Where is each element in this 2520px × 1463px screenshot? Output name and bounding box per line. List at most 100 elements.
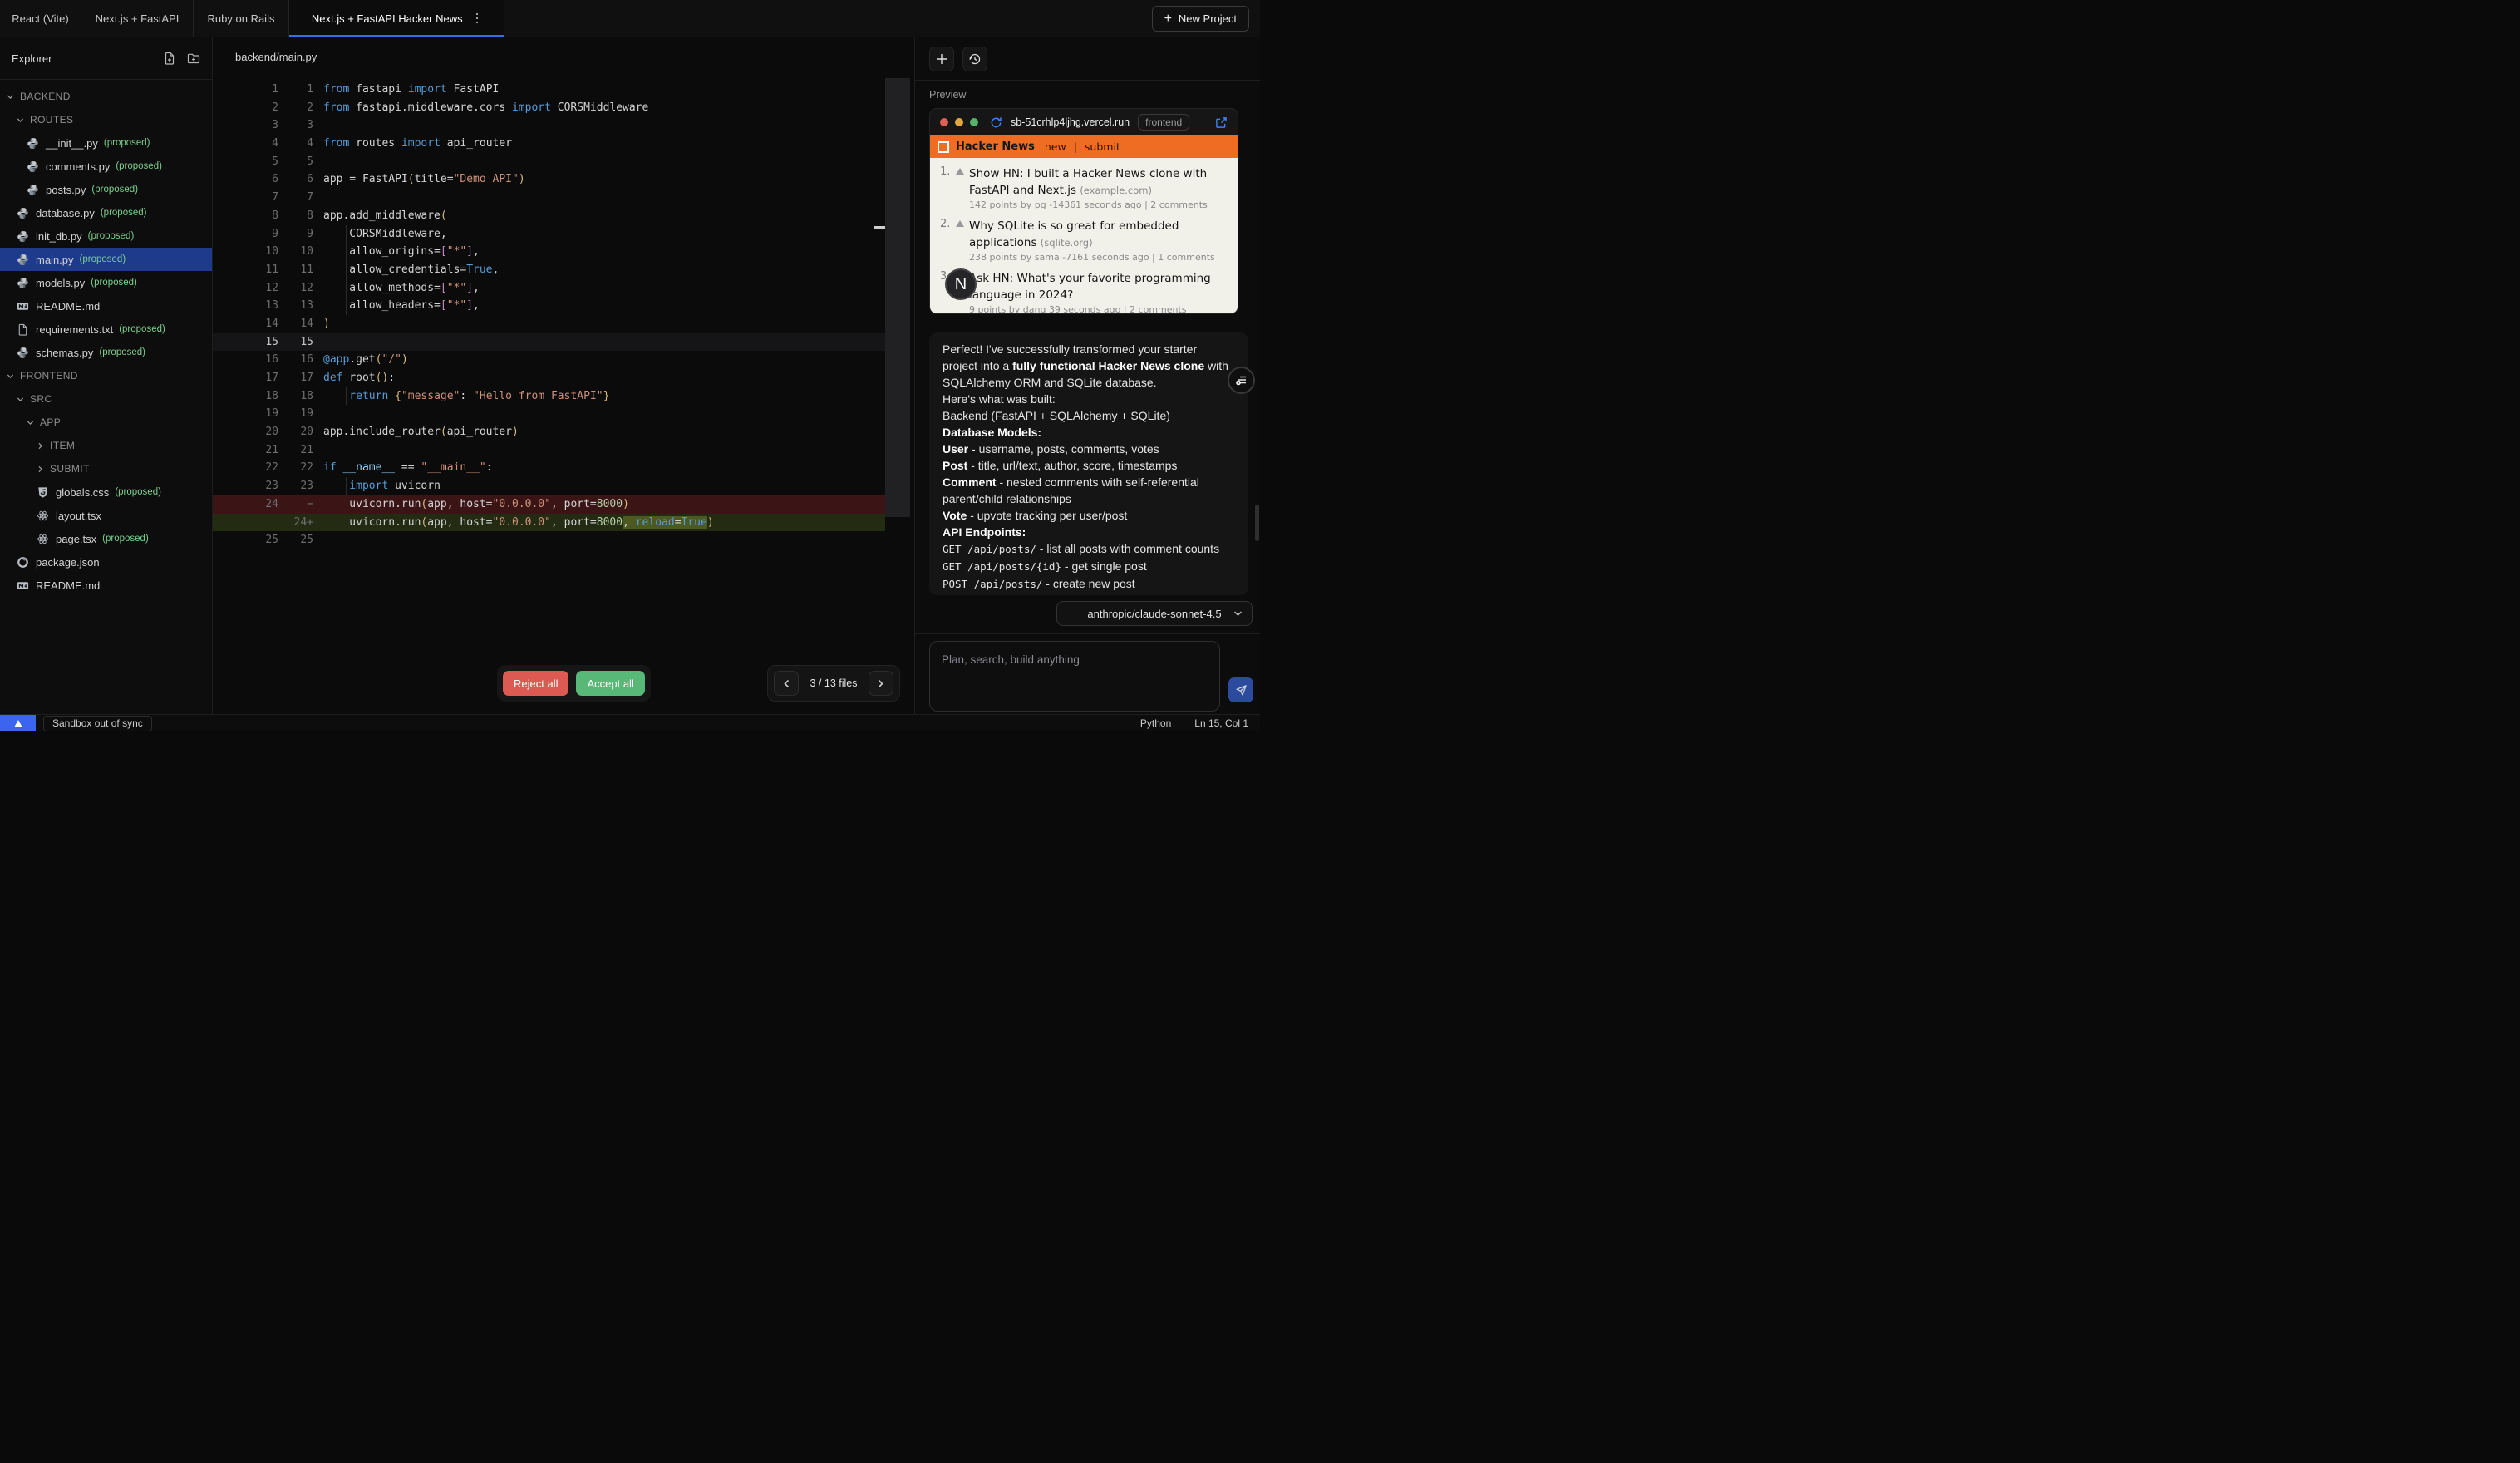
line-number-new: 6 (278, 170, 313, 189)
line-number-new: 15 (278, 333, 313, 352)
new-project-button[interactable]: + New Project (1152, 6, 1249, 32)
code-line[interactable]: 1717def root(): (213, 369, 885, 387)
code-line[interactable]: 2323 import uvicorn (213, 477, 885, 495)
upvote-icon[interactable] (956, 165, 969, 210)
history-button[interactable] (962, 47, 987, 71)
tree-folder-item[interactable]: ITEM (0, 434, 212, 457)
tree-file-layout-tsx[interactable]: layout.tsx (0, 504, 212, 527)
code-lines[interactable]: 11from fastapi import FastAPI22from fast… (213, 81, 885, 549)
tree-folder-backend[interactable]: BACKEND (0, 85, 212, 108)
hn-nav-submit[interactable]: submit (1085, 140, 1120, 153)
tree-file-models-py[interactable]: models.py(proposed) (0, 271, 212, 294)
tree-folder-frontend[interactable]: FRONTEND (0, 364, 212, 387)
new-file-icon[interactable] (163, 52, 176, 65)
tree-folder-src[interactable]: SRC (0, 387, 212, 411)
code-editor[interactable]: backend/main.py 11from fastapi import Fa… (213, 37, 914, 714)
reject-all-button[interactable]: Reject all (503, 671, 568, 696)
markdown-icon (17, 300, 29, 313)
tree-file-readme-md[interactable]: README.md (0, 574, 212, 597)
tree-file-comments-py[interactable]: comments.py(proposed) (0, 155, 212, 178)
tree-file-init-py[interactable]: __init__.py(proposed) (0, 131, 212, 155)
code-line[interactable]: 1818 return {"message": "Hello from Fast… (213, 387, 885, 406)
status-bar: Sandbox out of sync Python Ln 15, Col 1 (0, 714, 1260, 732)
editor-scrollbar[interactable] (885, 76, 910, 714)
code-line[interactable]: 77 (213, 189, 885, 207)
tree-file-page-tsx[interactable]: page.tsx(proposed) (0, 527, 212, 550)
line-number-old: 18 (213, 387, 278, 406)
code-line[interactable]: 33 (213, 116, 885, 135)
tab-ruby-on-rails[interactable]: Ruby on Rails (194, 0, 289, 37)
code-line[interactable]: 24+ uvicorn.run(app, host="0.0.0.0", por… (213, 514, 885, 532)
hn-post-title[interactable]: Ask HN: What's your favorite programming… (969, 272, 1211, 302)
task-list-float-button[interactable] (1228, 367, 1255, 394)
code-line[interactable]: 55 (213, 153, 885, 171)
tab-options-icon[interactable] (473, 10, 482, 27)
hn-brand: Hacker News (956, 140, 1035, 153)
new-chat-button[interactable] (929, 47, 954, 71)
language-indicator[interactable]: Python (1140, 717, 1171, 729)
tree-folder-routes[interactable]: ROUTES (0, 108, 212, 131)
upvote-icon[interactable] (956, 217, 969, 263)
accept-all-button[interactable]: Accept all (576, 671, 644, 696)
chat-scrollbar-thumb[interactable] (1255, 505, 1259, 541)
prev-file-button[interactable] (774, 671, 799, 696)
hn-nav-new[interactable]: new (1045, 140, 1066, 153)
code-line[interactable]: 1010 allow_origins=["*"], (213, 243, 885, 261)
code-line[interactable]: 1414) (213, 315, 885, 333)
code-line[interactable]: 1313 allow_headers=["*"], (213, 297, 885, 315)
sandbox-sync-status[interactable]: Sandbox out of sync (43, 716, 152, 732)
tree-file-posts-py[interactable]: posts.py(proposed) (0, 178, 212, 201)
nextjs-overlay-badge[interactable]: N (945, 268, 977, 300)
code-line[interactable]: 44from routes import api_router (213, 135, 885, 153)
line-number-new: 20 (278, 423, 313, 441)
next-file-button[interactable] (869, 671, 893, 696)
code-line[interactable]: 2222if __name__ == "__main__": (213, 459, 885, 477)
code-line[interactable]: 1919 (213, 405, 885, 423)
hn-post-title[interactable]: Why SQLite is so great for embedded appl… (969, 219, 1179, 249)
hn-post-title[interactable]: Show HN: I built a Hacker News clone wit… (969, 167, 1207, 197)
model-selector[interactable]: anthropic/claude-sonnet-4.5 (1056, 601, 1253, 626)
tree-file-schemas-py[interactable]: schemas.py(proposed) (0, 341, 212, 364)
code-line[interactable]: 88app.add_middleware( (213, 207, 885, 225)
line-number-old: 1 (213, 81, 278, 99)
tab-next-js-fastapi[interactable]: Next.js + FastAPI (81, 0, 194, 37)
tree-folder-app[interactable]: APP (0, 411, 212, 434)
code-line[interactable]: 22from fastapi.middleware.cors import CO… (213, 99, 885, 117)
new-folder-icon[interactable] (187, 52, 200, 65)
tree-file-package-json[interactable]: package.json (0, 550, 212, 574)
hn-post-meta: 142 points by pg -14361 seconds ago | 2 … (969, 200, 1229, 210)
code-line[interactable]: 2121 (213, 441, 885, 460)
tree-file-main-py[interactable]: main.py(proposed) (0, 248, 212, 271)
code-line[interactable]: 1616@app.get("/") (213, 351, 885, 369)
tree-file-requirements-txt[interactable]: requirements.txt(proposed) (0, 318, 212, 341)
code-line[interactable]: 1212 allow_methods=["*"], (213, 279, 885, 298)
tab-react-vite[interactable]: React (Vite) (0, 0, 81, 37)
tree-folder-submit[interactable]: SUBMIT (0, 457, 212, 480)
editor-scrollbar-thumb[interactable] (885, 78, 910, 517)
hn-post-meta: 238 points by sama -7161 seconds ago | 1… (969, 252, 1229, 263)
code-line[interactable]: 2525 (213, 531, 885, 549)
code-line[interactable]: 99 CORSMiddleware, (213, 225, 885, 244)
code-line[interactable]: 66app = FastAPI(title="Demo API") (213, 170, 885, 189)
tab-label: Next.js + FastAPI (96, 12, 180, 25)
code-line[interactable]: 11from fastapi import FastAPI (213, 81, 885, 99)
tab-next-js-fastapi-hacker-news[interactable]: Next.js + FastAPI Hacker News (289, 0, 504, 37)
line-number-old: 25 (213, 531, 278, 549)
tree-file-readme-md[interactable]: README.md (0, 294, 212, 318)
line-number-old: 3 (213, 116, 278, 135)
code-line[interactable]: 24− uvicorn.run(app, host="0.0.0.0", por… (213, 495, 885, 514)
tree-file-init-db-py[interactable]: init_db.py(proposed) (0, 224, 212, 248)
open-external-icon[interactable] (1215, 116, 1228, 129)
tree-file-globals-css[interactable]: globals.css(proposed) (0, 480, 212, 504)
line-number-old: 5 (213, 153, 278, 171)
code-text: CORSMiddleware, (313, 225, 885, 244)
cursor-position[interactable]: Ln 15, Col 1 (1194, 717, 1248, 729)
send-button[interactable] (1228, 677, 1253, 702)
chevron-down-icon (17, 116, 30, 124)
refresh-icon[interactable] (990, 116, 1002, 129)
code-line[interactable]: 2020app.include_router(api_router) (213, 423, 885, 441)
tree-file-database-py[interactable]: database.py(proposed) (0, 201, 212, 224)
code-line[interactable]: 1515 (213, 333, 885, 352)
code-line[interactable]: 1111 allow_credentials=True, (213, 261, 885, 279)
prompt-input[interactable] (930, 642, 1219, 711)
